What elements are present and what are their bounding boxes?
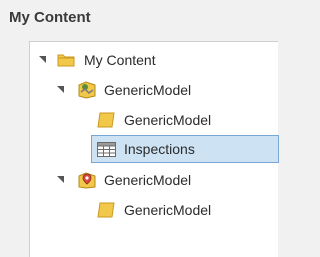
- polygon-layer-icon: [97, 202, 115, 218]
- expand-toggle-icon[interactable]: [57, 176, 64, 183]
- tree-item-label: My Content: [84, 52, 156, 68]
- expand-toggle-icon[interactable]: [39, 56, 46, 63]
- tree-item-generic-model-1[interactable]: GenericModel: [30, 76, 278, 104]
- folder-icon: [57, 54, 75, 67]
- polygon-layer-icon: [97, 112, 115, 128]
- map-pin-service-icon: [78, 172, 96, 189]
- tree-item-generic-model-2[interactable]: GenericModel: [30, 166, 278, 194]
- tree-item-generic-model-layer-1[interactable]: GenericModel: [30, 106, 278, 134]
- tree-item-label: GenericModel: [124, 202, 212, 218]
- tree-item-inspections[interactable]: Inspections: [91, 135, 279, 163]
- table-icon: [97, 142, 116, 157]
- tree-item-generic-model-layer-2[interactable]: GenericModel: [30, 196, 278, 224]
- feature-service-icon: [78, 81, 96, 99]
- tree-item-label: GenericModel: [104, 172, 192, 188]
- tree-item-label: GenericModel: [104, 82, 192, 98]
- tree-item-label: GenericModel: [124, 112, 212, 128]
- tree-item-label: Inspections: [124, 141, 195, 157]
- panel-title: My Content: [9, 9, 91, 26]
- content-tree[interactable]: My Content GenericModel GenericModel Ins…: [29, 41, 279, 257]
- expand-toggle-icon[interactable]: [57, 86, 64, 93]
- tree-item-my-content[interactable]: My Content: [30, 46, 278, 74]
